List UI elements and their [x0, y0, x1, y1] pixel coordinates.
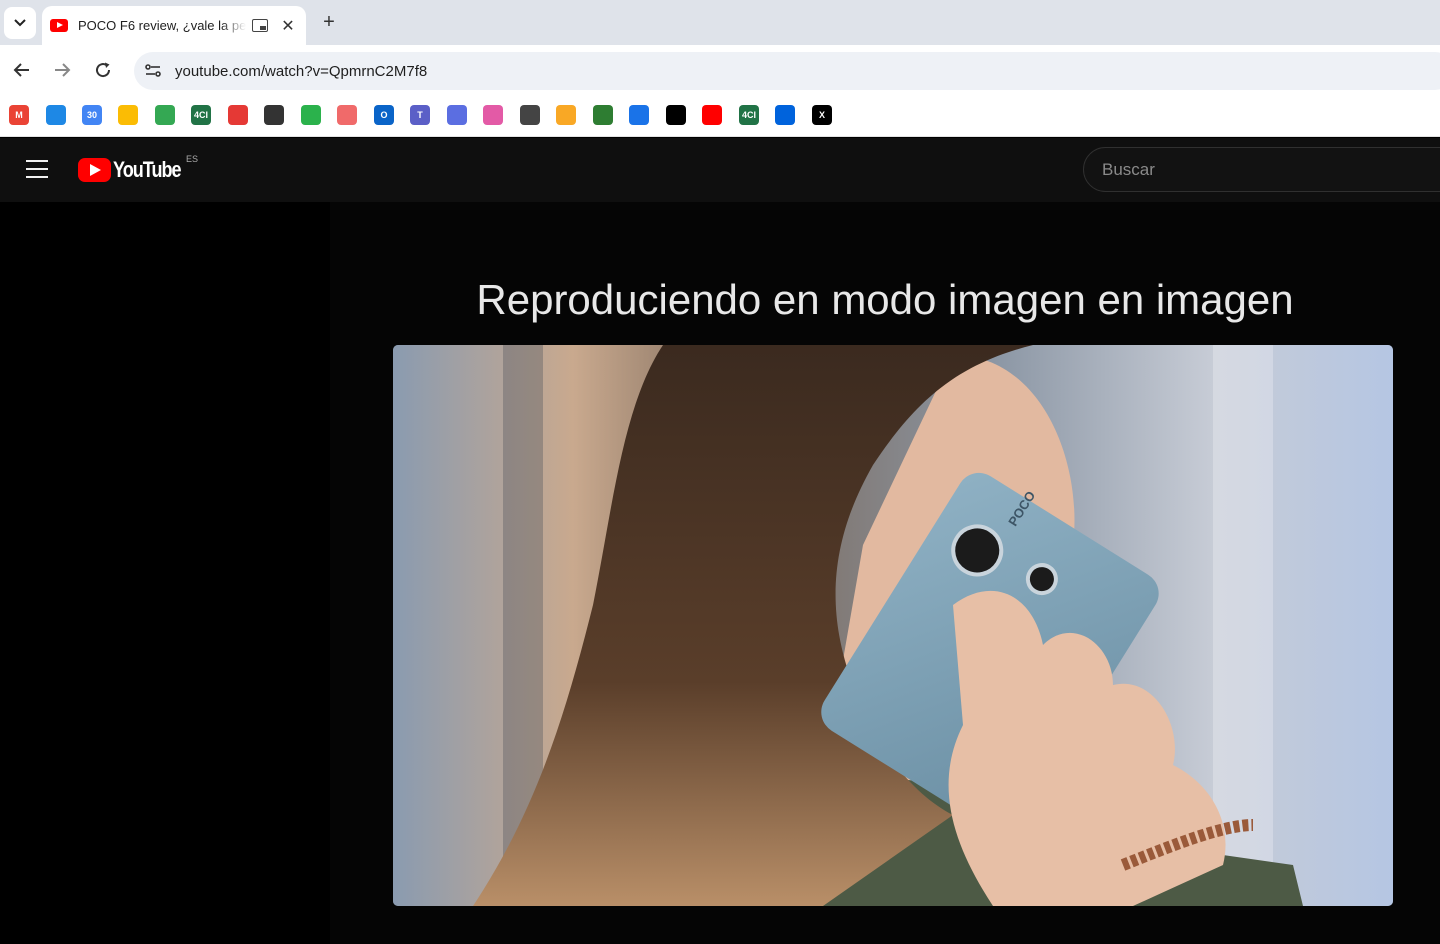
reload-icon: [96, 62, 111, 78]
picture-in-picture-icon[interactable]: [252, 19, 268, 32]
photos-icon[interactable]: [155, 105, 175, 125]
magnifier-icon[interactable]: [629, 105, 649, 125]
teams-icon[interactable]: T: [410, 105, 430, 125]
country-code: ES: [186, 154, 199, 164]
copilot-icon[interactable]: [447, 105, 467, 125]
youtube-logo[interactable]: YouTube: [78, 157, 195, 183]
chatgpt-icon[interactable]: [520, 105, 540, 125]
arrow-left-icon: [13, 63, 29, 77]
forward-button[interactable]: [50, 58, 74, 82]
feedly-icon[interactable]: [301, 105, 321, 125]
drive-icon[interactable]: [46, 105, 66, 125]
outlook-icon[interactable]: O: [374, 105, 394, 125]
address-bar[interactable]: youtube.com/watch?v=QpmrnC2M7f8: [134, 52, 1440, 90]
bookmarks-bar: M 30 4CI O T 4CI X: [0, 95, 1440, 137]
4ci-icon[interactable]: 4CI: [191, 105, 211, 125]
url-text: youtube.com/watch?v=QpmrnC2M7f8: [175, 62, 428, 80]
back-button[interactable]: [10, 58, 34, 82]
search-input[interactable]: [1102, 159, 1402, 180]
tab-search-button[interactable]: [4, 7, 36, 39]
video-thumbnail[interactable]: POCO: [393, 345, 1393, 906]
pencil-icon[interactable]: [556, 105, 576, 125]
gmail-icon[interactable]: M: [9, 105, 29, 125]
youtube-play-icon: [78, 158, 111, 182]
browser-tab-active[interactable]: POCO F6 review, ¿vale la pe ✕: [42, 6, 306, 45]
youtube-header: YouTube ES: [0, 138, 1440, 202]
youtube-icon[interactable]: [702, 105, 722, 125]
site-info-icon[interactable]: [144, 62, 162, 80]
reload-button[interactable]: [91, 58, 115, 82]
youtube-favicon-icon: [50, 19, 68, 32]
globe-icon[interactable]: [264, 105, 284, 125]
menu-icon[interactable]: [26, 160, 48, 178]
browser-toolbar: youtube.com/watch?v=QpmrnC2M7f8: [0, 45, 1440, 95]
new-tab-button[interactable]: +: [318, 11, 340, 33]
chevron-down-icon: [14, 19, 26, 27]
x-icon[interactable]: X: [812, 105, 832, 125]
asana-icon[interactable]: [337, 105, 357, 125]
record-icon[interactable]: [228, 105, 248, 125]
copilot-color-icon[interactable]: [483, 105, 503, 125]
pip-status-text: Reproduciendo en modo imagen en imagen: [476, 276, 1294, 323]
4ci-icon[interactable]: 4CI: [739, 105, 759, 125]
video-frame-image: POCO: [393, 345, 1393, 906]
youtube-logo-text: YouTube: [113, 157, 182, 182]
sidebar: [0, 202, 330, 944]
keep-icon[interactable]: [118, 105, 138, 125]
arrow-right-icon: [55, 63, 71, 77]
tiktok-icon[interactable]: [666, 105, 686, 125]
browser-tab-strip: POCO F6 review, ¿vale la pe ✕ +: [0, 0, 1440, 45]
tab-close-button[interactable]: ✕: [280, 16, 296, 36]
search-box[interactable]: [1083, 147, 1440, 192]
trend-icon[interactable]: [593, 105, 613, 125]
tab-title: POCO F6 review, ¿vale la pe: [78, 18, 246, 33]
calendar-icon[interactable]: 30: [82, 105, 102, 125]
flickr-icon[interactable]: [775, 105, 795, 125]
